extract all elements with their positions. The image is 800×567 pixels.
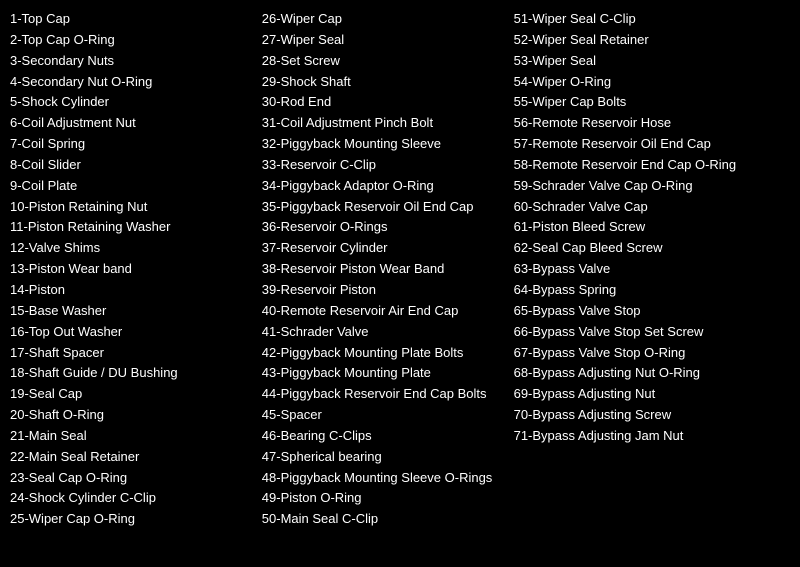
list-item: 14-Piston bbox=[10, 281, 257, 300]
list-item: 37-Reservoir Cylinder bbox=[262, 239, 509, 258]
list-item: 67-Bypass Valve Stop O-Ring bbox=[514, 344, 790, 363]
list-item: 32-Piggyback Mounting Sleeve bbox=[262, 135, 509, 154]
parts-list: 1-Top Cap 2-Top Cap O-Ring 3-Secondary Nut… bbox=[10, 10, 790, 529]
list-item: 19-Seal Cap bbox=[10, 385, 257, 404]
list-item: 7-Coil Spring bbox=[10, 135, 257, 154]
list-item: 64-Bypass Spring bbox=[514, 281, 790, 300]
list-item: 4-Secondary Nut O-Ring bbox=[10, 73, 257, 92]
list-item: 49-Piston O-Ring bbox=[262, 489, 509, 508]
list-item: 5-Shock Cylinder bbox=[10, 93, 257, 112]
list-item: 58-Remote Reservoir End Cap O-Ring bbox=[514, 156, 790, 175]
list-item: 66-Bypass Valve Stop Set Screw bbox=[514, 323, 790, 342]
list-item: 1-Top Cap bbox=[10, 10, 257, 29]
list-item: 24-Shock Cylinder C-Clip bbox=[10, 489, 257, 508]
column-2: 26-Wiper Cap 27-Wiper Seal 28-Set Screw 29-… bbox=[262, 10, 514, 529]
list-item: 12-Valve Shims bbox=[10, 239, 257, 258]
list-item: 22-Main Seal Retainer bbox=[10, 448, 257, 467]
list-item: 46-Bearing C-Clips bbox=[262, 427, 509, 446]
list-item: 69-Bypass Adjusting Nut bbox=[514, 385, 790, 404]
list-item: 30-Rod End bbox=[262, 93, 509, 112]
list-item: 36-Reservoir O-Rings bbox=[262, 218, 509, 237]
list-item: 43-Piggyback Mounting Plate bbox=[262, 364, 509, 383]
list-item: 11-Piston Retaining Washer bbox=[10, 218, 257, 237]
list-item: 17-Shaft Spacer bbox=[10, 344, 257, 363]
list-item: 60-Schrader Valve Cap bbox=[514, 198, 790, 217]
list-item: 48-Piggyback Mounting Sleeve O-Rings bbox=[262, 469, 509, 488]
list-item: 62-Seal Cap Bleed Screw bbox=[514, 239, 790, 258]
list-item: 42-Piggyback Mounting Plate Bolts bbox=[262, 344, 509, 363]
list-item: 18-Shaft Guide / DU Bushing bbox=[10, 364, 257, 383]
list-item: 57-Remote Reservoir Oil End Cap bbox=[514, 135, 790, 154]
list-item: 9-Coil Plate bbox=[10, 177, 257, 196]
list-item: 3-Secondary Nuts bbox=[10, 52, 257, 71]
list-item: 61-Piston Bleed Screw bbox=[514, 218, 790, 237]
column-1: 1-Top Cap 2-Top Cap O-Ring 3-Secondary Nut… bbox=[10, 10, 262, 529]
list-item: 45-Spacer bbox=[262, 406, 509, 425]
list-item: 65-Bypass Valve Stop bbox=[514, 302, 790, 321]
list-item: 44-Piggyback Reservoir End Cap Bolts bbox=[262, 385, 509, 404]
list-item: 33-Reservoir C-Clip bbox=[262, 156, 509, 175]
list-item: 39-Reservoir Piston bbox=[262, 281, 509, 300]
list-item: 51-Wiper Seal C-Clip bbox=[514, 10, 790, 29]
list-item: 25-Wiper Cap O-Ring bbox=[10, 510, 257, 529]
list-item: 41-Schrader Valve bbox=[262, 323, 509, 342]
list-item: 53-Wiper Seal bbox=[514, 52, 790, 71]
list-item: 68-Bypass Adjusting Nut O-Ring bbox=[514, 364, 790, 383]
list-item: 50-Main Seal C-Clip bbox=[262, 510, 509, 529]
list-item: 35-Piggyback Reservoir Oil End Cap bbox=[262, 198, 509, 217]
list-item: 55-Wiper Cap Bolts bbox=[514, 93, 790, 112]
list-item: 63-Bypass Valve bbox=[514, 260, 790, 279]
list-item: 52-Wiper Seal Retainer bbox=[514, 31, 790, 50]
list-item: 2-Top Cap O-Ring bbox=[10, 31, 257, 50]
list-item: 16-Top Out Washer bbox=[10, 323, 257, 342]
list-item: 20-Shaft O-Ring bbox=[10, 406, 257, 425]
list-item: 29-Shock Shaft bbox=[262, 73, 509, 92]
list-item: 34-Piggyback Adaptor O-Ring bbox=[262, 177, 509, 196]
column-3: 51-Wiper Seal C-Clip 52-Wiper Seal Retain… bbox=[514, 10, 790, 529]
list-item: 6-Coil Adjustment Nut bbox=[10, 114, 257, 133]
list-item: 56-Remote Reservoir Hose bbox=[514, 114, 790, 133]
list-item: 31-Coil Adjustment Pinch Bolt bbox=[262, 114, 509, 133]
list-item: 10-Piston Retaining Nut bbox=[10, 198, 257, 217]
list-item: 71-Bypass Adjusting Jam Nut bbox=[514, 427, 790, 446]
list-item: 15-Base Washer bbox=[10, 302, 257, 321]
list-item: 8-Coil Slider bbox=[10, 156, 257, 175]
list-item: 28-Set Screw bbox=[262, 52, 509, 71]
list-item: 40-Remote Reservoir Air End Cap bbox=[262, 302, 509, 321]
list-item: 70-Bypass Adjusting Screw bbox=[514, 406, 790, 425]
list-item: 27-Wiper Seal bbox=[262, 31, 509, 50]
list-item: 26-Wiper Cap bbox=[262, 10, 509, 29]
list-item: 13-Piston Wear band bbox=[10, 260, 257, 279]
list-item: 47-Spherical bearing bbox=[262, 448, 509, 467]
list-item: 21-Main Seal bbox=[10, 427, 257, 446]
list-item: 38-Reservoir Piston Wear Band bbox=[262, 260, 509, 279]
list-item: 59-Schrader Valve Cap O-Ring bbox=[514, 177, 790, 196]
list-item: 54-Wiper O-Ring bbox=[514, 73, 790, 92]
list-item: 23-Seal Cap O-Ring bbox=[10, 469, 257, 488]
